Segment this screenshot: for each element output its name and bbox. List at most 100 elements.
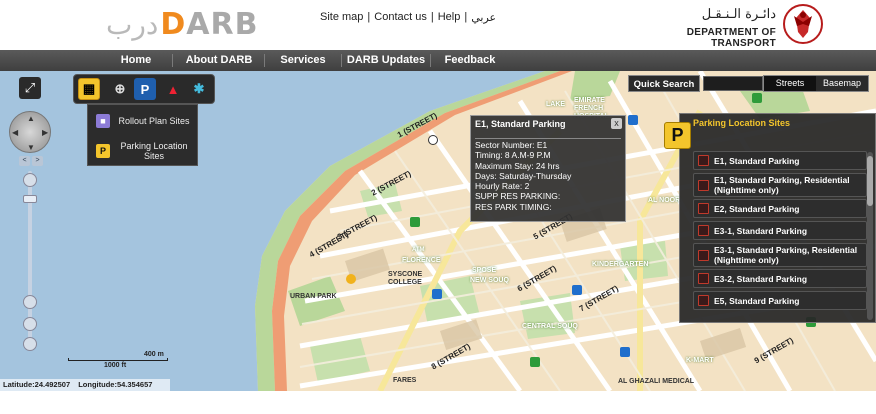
arabic-link[interactable]: عربي — [471, 11, 496, 24]
streets-tab[interactable]: Streets — [764, 76, 816, 91]
help-link[interactable]: Help — [438, 11, 461, 24]
area-label: LAKE — [546, 101, 566, 108]
site-label: E3-1, Standard Parking — [714, 225, 808, 236]
parking-icon[interactable]: P — [134, 78, 156, 100]
panel-title: Parking Location Sites — [693, 118, 791, 128]
area-label: FARES — [393, 377, 417, 384]
logo-arabic: درب — [106, 8, 159, 41]
link-separator: | — [430, 11, 434, 23]
info-popup: E1, Standard Parking x Sector Number: E1… — [470, 115, 626, 222]
zoom-in-button[interactable] — [23, 173, 37, 187]
popup-line: SUPP RES PARKING: — [475, 191, 561, 202]
popup-body: Sector Number: E1 Timing: 8 A.M-9 P.M Ma… — [475, 140, 571, 212]
nav-darb-updates[interactable]: DARB Updates — [345, 50, 427, 71]
zoom-slider[interactable] — [23, 171, 37, 351]
hospital-icon[interactable] — [620, 347, 630, 357]
landmark-icon[interactable] — [346, 274, 356, 284]
pan-hand-button[interactable] — [23, 295, 37, 309]
popup-line: Timing: 8 A.M-9 P.M — [475, 150, 551, 161]
darb-logo[interactable]: درب DARB — [106, 8, 258, 42]
site-label: E1, Standard Parking — [714, 155, 800, 166]
scale-imperial: 1000 ft — [104, 362, 127, 369]
coordinates-readout: Latitude:24.492507 Longitude:54.354657 — [0, 379, 170, 391]
parking-site-item[interactable]: E3-1, Standard Parking — [693, 221, 867, 240]
bus-stop-icon[interactable]: ✱ — [188, 78, 210, 100]
longitude-readout: Longitude:54.354657 — [78, 380, 153, 389]
quick-search-button[interactable]: Quick Search — [628, 75, 700, 92]
basemap-tab[interactable]: Basemap — [816, 76, 868, 91]
parking-site-item[interactable]: E3-1, Standard Parking, Residential (Nig… — [693, 243, 867, 267]
link-separator: | — [464, 11, 468, 23]
submenu-item-label: Parking Location Sites — [120, 141, 188, 161]
close-icon[interactable]: x — [611, 118, 622, 129]
info-icon[interactable] — [432, 289, 442, 299]
parking-site-item[interactable]: E5, Standard Parking — [693, 291, 867, 310]
area-label: AL NOOR — [648, 197, 681, 204]
crosshair-icon[interactable]: ⊕ — [109, 78, 131, 100]
fullscreen-icon[interactable]: ⤢ — [19, 77, 41, 99]
hospital-icon[interactable] — [628, 115, 638, 125]
site-label: E5, Standard Parking — [714, 295, 800, 306]
map-layer-toolbar: ▦ ⊕ P ▲ ✱ — [73, 74, 215, 104]
pan-control[interactable]: ▲ ▼ ◀ ▶ — [9, 111, 51, 153]
latitude-readout: Latitude:24.492507 — [3, 380, 71, 389]
zoom-step-right-button[interactable]: > — [32, 156, 43, 166]
area-label: SPOSE — [472, 267, 497, 274]
zoom-knob[interactable] — [23, 195, 37, 203]
rollout-plan-icon: ■ — [96, 114, 110, 128]
area-label: KINDERGARTEN — [592, 261, 649, 268]
parking-site-item[interactable]: E3-2, Standard Parking — [693, 269, 867, 288]
site-checkbox[interactable] — [698, 155, 709, 166]
area-label: K-MART — [686, 357, 714, 364]
department-title-english: DEPARTMENT OF TRANSPORT — [686, 27, 776, 49]
popup-line: Sector Number: E1 — [475, 140, 548, 150]
falcon-emblem-icon — [783, 4, 823, 44]
sitemap-link[interactable]: Site map — [320, 11, 363, 24]
bus-stop-icon[interactable] — [530, 357, 540, 367]
zoom-box-button[interactable] — [23, 317, 37, 331]
site-checkbox[interactable] — [698, 295, 709, 306]
site-checkbox[interactable] — [698, 179, 709, 191]
site-checkbox[interactable] — [698, 249, 709, 261]
popup-line: Days: Saturday-Thursday — [475, 170, 572, 181]
scale-bar: 400 m 1000 ft — [68, 351, 168, 369]
area-label: CENTRAL SOUQ — [522, 323, 578, 330]
site-checkbox[interactable] — [698, 225, 709, 236]
parking-location-panel: P Parking Location Sites E1, Standard Pa… — [664, 113, 876, 323]
nav-feedback[interactable]: Feedback — [434, 50, 506, 71]
bus-stop-icon[interactable] — [752, 93, 762, 103]
parking-site-item[interactable]: E2, Standard Parking — [693, 199, 867, 218]
nav-services[interactable]: Services — [268, 50, 338, 71]
parking-location-icon: P — [96, 144, 110, 158]
area-label: FLORENCE — [402, 257, 441, 264]
parking-site-item[interactable]: E1, Standard Parking — [693, 151, 867, 170]
nav-home[interactable]: Home — [102, 50, 170, 71]
panel-scrollbar[interactable] — [867, 152, 873, 320]
site-label: E3-1, Standard Parking, Residential (Nig… — [714, 245, 858, 265]
map-pin-icon[interactable] — [428, 135, 438, 145]
department-title-arabic: دائـرة الـنـقـل — [701, 7, 776, 22]
search-input[interactable] — [703, 76, 763, 91]
parking-location-sites-item[interactable]: P Parking Location Sites — [88, 136, 199, 166]
area-label: NEW SOUQ — [470, 277, 509, 284]
site-checkbox[interactable] — [698, 273, 709, 284]
map-view[interactable]: 1 (STREET) 2 (STREET) 3 (STREET) 4 (STRE… — [0, 71, 876, 391]
parking-site-item[interactable]: E1, Standard Parking, Residential (Night… — [693, 173, 867, 197]
popup-line: Maximum Stay: 24 hrs — [475, 160, 560, 171]
zoom-out-button[interactable] — [23, 337, 37, 351]
bus-stop-icon[interactable] — [410, 217, 420, 227]
rollout-plan-sites-item[interactable]: ■ Rollout Plan Sites — [88, 106, 199, 136]
popup-line: RES PARK TIMING: — [475, 201, 552, 212]
hospital-icon[interactable] — [572, 285, 582, 295]
parking-meter-icon[interactable]: ▦ — [78, 78, 100, 100]
popup-title: E1, Standard Parking — [475, 119, 566, 129]
scale-metric: 400 m — [144, 351, 164, 358]
logo-letter-d: D — [160, 7, 187, 42]
zoom-step-left-button[interactable]: < — [19, 156, 30, 166]
road-hazard-icon[interactable]: ▲ — [162, 78, 184, 100]
nav-about-darb[interactable]: About DARB — [176, 50, 262, 71]
page-footer-space — [0, 391, 876, 414]
site-header: درب DARB Site map | Contact us | Help | … — [0, 0, 876, 50]
contact-link[interactable]: Contact us — [374, 11, 427, 24]
site-checkbox[interactable] — [698, 203, 709, 214]
